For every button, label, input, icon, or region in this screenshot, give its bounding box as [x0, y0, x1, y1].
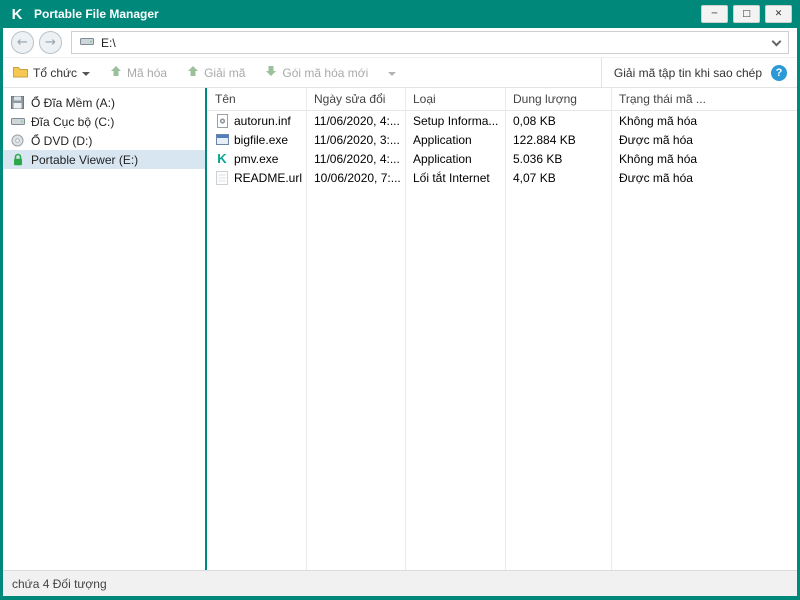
decrypt-on-copy-label[interactable]: Giải mã tập tin khi sao chép — [614, 66, 762, 80]
status-text: chứa 4 Đối tượng — [12, 576, 107, 591]
folder-tree: Ổ Đĩa Mềm (A:) Đĩa Cục bộ (C:) Ổ DVD (D:… — [3, 88, 205, 570]
file-row[interactable]: README.url 10/06/2020, 7:... Lối tắt Int… — [207, 168, 797, 187]
arrow-down-icon — [265, 65, 277, 80]
file-size: 0,08 KB — [513, 113, 556, 128]
file-name: README.url — [234, 170, 303, 185]
application-icon — [215, 133, 229, 146]
kaspersky-logo-icon: K — [11, 5, 23, 23]
folder-icon — [13, 65, 28, 81]
url-file-icon — [215, 170, 229, 185]
sidebar-item-local-disk-c[interactable]: Đĩa Cục bộ (C:) — [3, 112, 205, 131]
status-bar: chứa 4 Đối tượng — [3, 570, 797, 596]
back-button[interactable]: ← — [11, 31, 34, 54]
navigation-bar: ← → E:\ — [3, 28, 797, 58]
address-path: E:\ — [101, 35, 116, 50]
sidebar-item-dvd-d[interactable]: Ổ DVD (D:) — [3, 131, 205, 150]
caret-down-icon — [82, 71, 91, 76]
dvd-icon — [10, 134, 25, 147]
file-name: autorun.inf — [234, 113, 291, 128]
column-header-name[interactable]: Tên — [207, 92, 306, 106]
kaspersky-app-icon: K — [217, 151, 227, 166]
column-header-size[interactable]: Dung lượng — [505, 92, 611, 106]
file-name: bigfile.exe — [234, 132, 289, 147]
forward-button[interactable]: → — [39, 31, 62, 54]
window-controls: ─ □ ✕ — [701, 5, 792, 23]
organize-label: Tổ chức — [33, 65, 78, 80]
arrow-up-icon — [187, 65, 199, 80]
sidebar-item-label: Ổ Đĩa Mềm (A:) — [31, 95, 116, 110]
toolbar: Tổ chức Mã hóa Giải mã Gói mã hóa mới Gi… — [3, 58, 797, 88]
file-type: Application — [413, 151, 472, 166]
new-package-menu-caret-icon[interactable] — [388, 71, 397, 76]
hdd-icon — [10, 115, 25, 128]
setup-file-icon — [215, 113, 229, 128]
sidebar-item-label: Ổ DVD (D:) — [31, 133, 93, 148]
title-bar[interactable]: K Portable File Manager ─ □ ✕ — [0, 0, 800, 28]
new-package-button[interactable]: Gói mã hóa mới — [265, 65, 368, 80]
list-header: Tên Ngày sửa đổi Loại Dung lượng Trạng t… — [207, 88, 797, 111]
maximize-button[interactable]: □ — [733, 5, 760, 23]
file-row[interactable]: K pmv.exe 11/06/2020, 4:... Application … — [207, 149, 797, 168]
minimize-button[interactable]: ─ — [701, 5, 728, 23]
file-modified: 11/06/2020, 4:... — [314, 113, 400, 128]
close-button[interactable]: ✕ — [765, 5, 792, 23]
file-status: Không mã hóa — [619, 151, 698, 166]
file-row[interactable]: autorun.inf 11/06/2020, 4:... Setup Info… — [207, 111, 797, 130]
file-type: Application — [413, 132, 472, 147]
toolbar-right-group: Giải mã tập tin khi sao chép ? — [600, 58, 797, 87]
decrypt-label: Giải mã — [204, 65, 246, 80]
file-size: 5.036 KB — [513, 151, 563, 166]
column-header-status[interactable]: Trạng thái mã ... — [611, 92, 797, 106]
window-body: ← → E:\ Tổ chức Mã hóa Giải mã Gói mã hó… — [3, 28, 797, 596]
decrypt-button[interactable]: Giải mã — [187, 65, 245, 80]
file-type: Lối tắt Internet — [413, 170, 490, 185]
file-status: Được mã hóa — [619, 132, 693, 147]
file-status: Không mã hóa — [619, 113, 698, 128]
column-header-type[interactable]: Loại — [405, 92, 505, 106]
file-modified: 10/06/2020, 7:... — [314, 170, 401, 185]
file-size: 122.884 KB — [513, 132, 576, 147]
file-size: 4,07 KB — [513, 170, 556, 185]
help-icon[interactable]: ? — [771, 64, 787, 81]
window-title: Portable File Manager — [34, 7, 159, 21]
chevron-down-icon[interactable] — [771, 36, 782, 46]
sidebar-item-portable-viewer-e[interactable]: Portable Viewer (E:) — [3, 150, 205, 169]
column-header-modified[interactable]: Ngày sửa đổi — [306, 92, 405, 106]
new-package-label: Gói mã hóa mới — [282, 65, 369, 80]
file-name: pmv.exe — [234, 151, 279, 166]
floppy-icon — [10, 96, 25, 109]
arrow-up-icon — [110, 65, 122, 80]
sidebar-item-floppy-a[interactable]: Ổ Đĩa Mềm (A:) — [3, 93, 205, 112]
file-status: Được mã hóa — [619, 170, 693, 185]
file-row[interactable]: bigfile.exe 11/06/2020, 3:... Applicatio… — [207, 130, 797, 149]
sidebar-item-label: Portable Viewer (E:) — [31, 152, 139, 167]
encrypt-label: Mã hóa — [127, 65, 168, 80]
file-type: Setup Informa... — [413, 113, 499, 128]
lock-icon — [10, 153, 25, 166]
app-window: K Portable File Manager ─ □ ✕ ← → E:\ Tổ… — [0, 0, 800, 600]
organize-button[interactable]: Tổ chức — [13, 65, 91, 81]
encrypt-button[interactable]: Mã hóa — [110, 65, 167, 80]
address-bar[interactable]: E:\ — [71, 31, 789, 54]
file-modified: 11/06/2020, 3:... — [314, 132, 400, 147]
file-list: Tên Ngày sửa đổi Loại Dung lượng Trạng t… — [207, 88, 797, 570]
file-modified: 11/06/2020, 4:... — [314, 151, 400, 166]
drive-icon — [80, 35, 94, 50]
main-content: Ổ Đĩa Mềm (A:) Đĩa Cục bộ (C:) Ổ DVD (D:… — [3, 88, 797, 570]
sidebar-item-label: Đĩa Cục bộ (C:) — [31, 114, 115, 129]
